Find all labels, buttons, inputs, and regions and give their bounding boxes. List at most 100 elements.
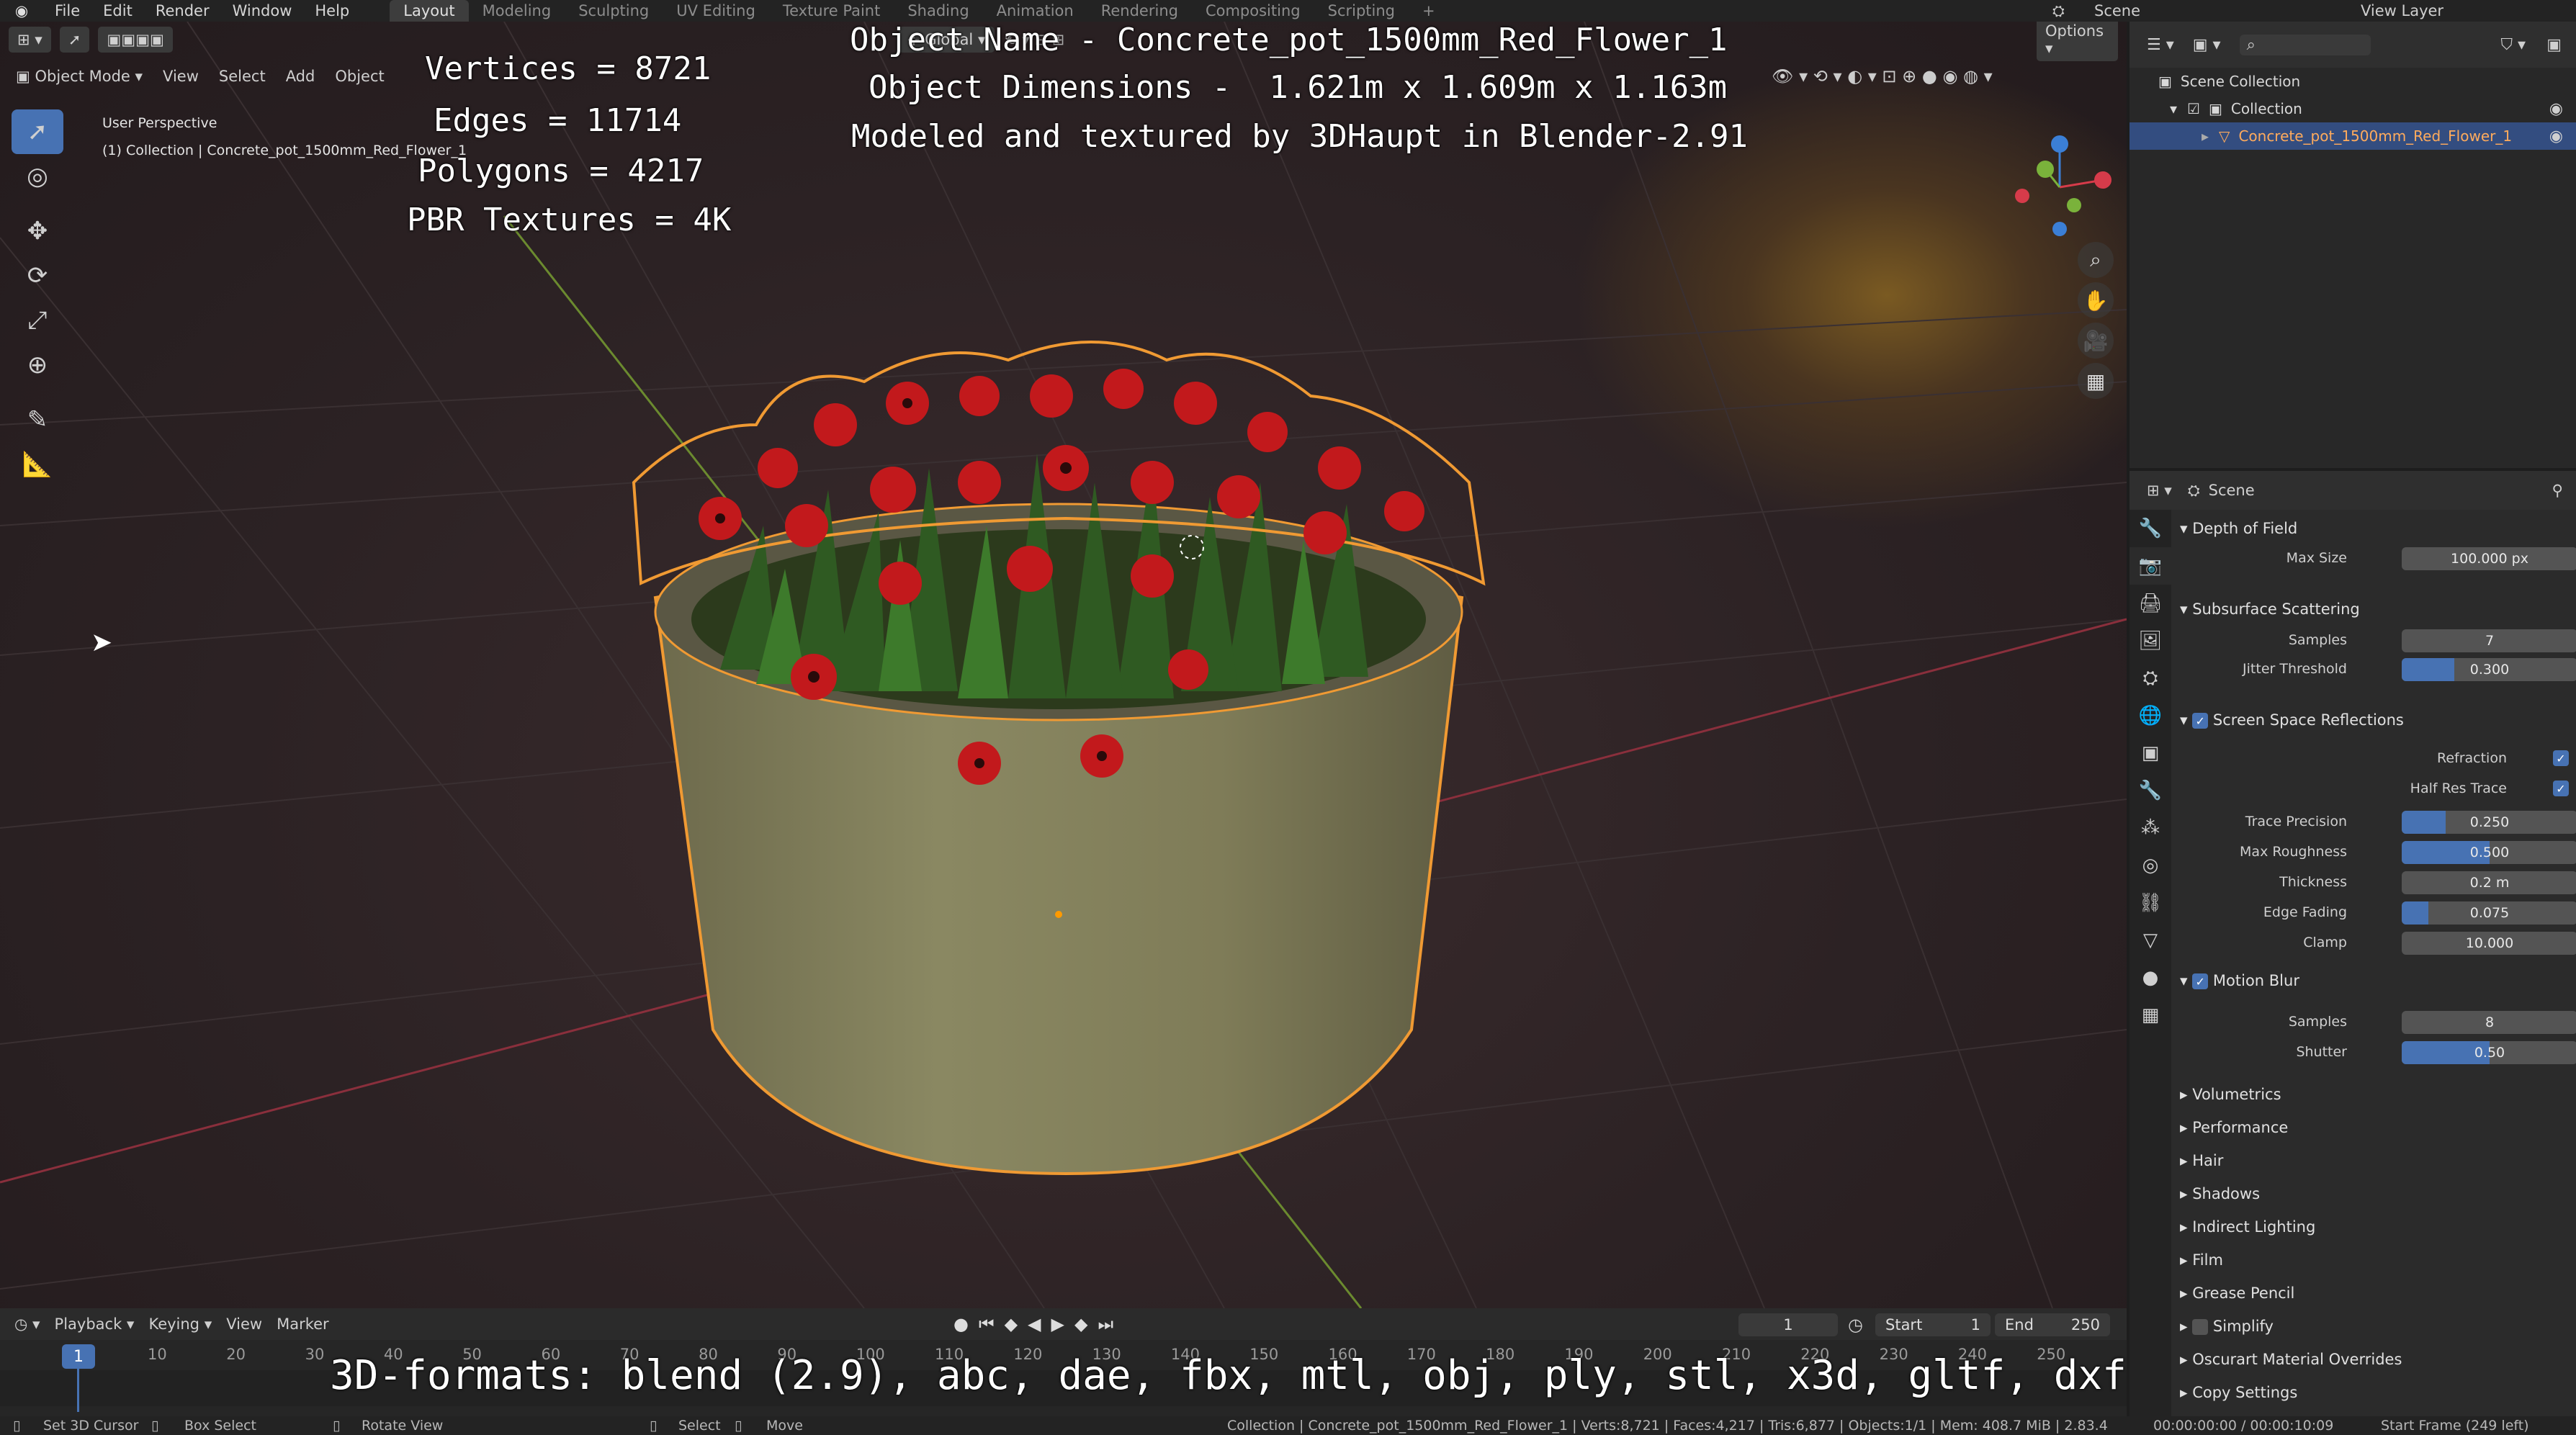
outliner-editor-type-icon[interactable]: ☰ ▾ (2147, 36, 2174, 54)
outliner-search-icon[interactable]: ⌕ (2239, 34, 2371, 55)
collection-checkbox[interactable]: ☑ (2187, 100, 2200, 117)
panel-performance[interactable]: ▸ Performance (2180, 1119, 2288, 1136)
menu-marker[interactable]: Marker (277, 1315, 329, 1333)
half-res-checkbox[interactable]: ✓ (2553, 781, 2569, 796)
scene-tab-icon[interactable]: ⛭ (2130, 660, 2171, 697)
annotate-tool-icon[interactable]: ✎ (12, 397, 63, 442)
pan-hand-icon[interactable]: ✋ (2078, 282, 2114, 318)
tab-compositing[interactable]: Compositing (1192, 0, 1314, 22)
panel-oscurart-overrides[interactable]: ▸ Oscurart Material Overrides (2180, 1351, 2402, 1368)
render-tab-icon[interactable]: 📷 (2130, 547, 2171, 585)
select-mode-icons[interactable]: ▣▣▣▣ (98, 27, 173, 53)
output-tab-icon[interactable]: 🖨 (2130, 585, 2171, 622)
panel-simplify[interactable]: ▸ Simplify (2180, 1318, 2274, 1335)
modifier-tab-icon[interactable]: 🔧 (2130, 772, 2171, 809)
tab-shading[interactable]: Shading (894, 0, 982, 22)
panel-hair[interactable]: ▸ Hair (2180, 1152, 2223, 1169)
object-mode-dropdown[interactable]: ▣ Object Mode ▾ (16, 68, 143, 85)
mblur-samples-field[interactable]: 8 (2402, 1011, 2576, 1034)
rotate-tool-icon[interactable]: ⟳ (12, 253, 63, 298)
tab-modeling[interactable]: Modeling (469, 0, 565, 22)
expand-arrow-icon[interactable]: ▾ (2170, 100, 2177, 117)
scene-name[interactable]: Scene (2094, 2, 2140, 19)
new-collection-icon[interactable]: ▣ (2546, 36, 2562, 54)
play-reverse-icon[interactable]: ◀ (1028, 1314, 1041, 1334)
tab-scripting[interactable]: Scripting (1314, 0, 1409, 22)
edge-fading-slider[interactable]: 0.075 (2402, 901, 2576, 925)
move-tool-icon[interactable]: ✥ (12, 209, 63, 253)
expand-arrow-icon[interactable]: ▸ (2202, 127, 2209, 145)
current-frame-marker[interactable]: 1 (62, 1344, 95, 1369)
max-roughness-slider[interactable]: 0.500 (2402, 841, 2576, 864)
data-tab-icon[interactable]: ▽ (2130, 922, 2171, 959)
texture-tab-icon[interactable]: ▦ (2130, 997, 2171, 1034)
options-dropdown[interactable]: Options ▾ (2037, 22, 2118, 61)
thickness-field[interactable]: 0.2 m (2402, 871, 2576, 894)
panel-depth-of-field[interactable]: ▾ Depth of Field (2180, 520, 2297, 537)
prev-keyframe-icon[interactable]: ◆ (1005, 1314, 1018, 1334)
refraction-checkbox[interactable]: ✓ (2553, 750, 2569, 766)
object-tab-icon[interactable]: ▣ (2130, 734, 2171, 772)
filter-icon[interactable]: ⛉ ▾ (2500, 36, 2526, 54)
tab-texture-paint[interactable]: Texture Paint (769, 0, 894, 22)
jitter-threshold-slider[interactable]: 0.300 (2402, 658, 2576, 681)
tab-uv-editing[interactable]: UV Editing (663, 0, 769, 22)
viewport-shading-icons[interactable]: 👁 ▾ ⟲ ▾ ◐ ▾ ⊡ ⊕ ● ◉ ◍ ▾ (1772, 66, 1993, 86)
world-tab-icon[interactable]: 🌐 (2130, 697, 2171, 734)
end-frame-field[interactable]: End 250 (1995, 1313, 2110, 1336)
add-workspace-icon[interactable]: + (1409, 0, 1449, 22)
next-keyframe-icon[interactable]: ◆ (1074, 1314, 1087, 1334)
panel-film[interactable]: ▸ Film (2180, 1251, 2223, 1269)
jump-end-icon[interactable]: ⏭ (1098, 1314, 1113, 1334)
clamp-field[interactable]: 10.000 (2402, 932, 2576, 955)
menu-keying[interactable]: Keying ▾ (148, 1315, 212, 1333)
outliner-scene-collection[interactable]: ▣ Scene Collection (2130, 68, 2576, 95)
clock-icon[interactable]: ◷ (1848, 1315, 1863, 1335)
blender-logo-icon[interactable]: ◉ (0, 2, 43, 19)
material-tab-icon[interactable]: ● (2130, 959, 2171, 997)
transform-tool-icon[interactable]: ⊕ (12, 343, 63, 387)
tab-layout[interactable]: Layout (390, 0, 469, 22)
motion-blur-checkbox[interactable]: ✓ (2192, 973, 2209, 989)
grid-perspective-icon[interactable]: ▦ (2078, 363, 2114, 399)
menu-window[interactable]: Window (221, 2, 304, 19)
properties-editor-type-icon[interactable]: ⊞ ▾ (2147, 482, 2172, 499)
current-frame-field[interactable]: 1 (1738, 1313, 1838, 1336)
menu-select[interactable]: Select (219, 68, 266, 85)
menu-object[interactable]: Object (335, 68, 384, 85)
jump-start-icon[interactable]: ⏮ (979, 1314, 995, 1334)
view-layer-name[interactable]: View Layer (2361, 2, 2443, 19)
panel-shadows[interactable]: ▸ Shadows (2180, 1185, 2260, 1202)
cursor-tool-icon[interactable]: ◎ (12, 154, 63, 199)
menu-timeline-view[interactable]: View (226, 1315, 262, 1333)
outliner-object-row[interactable]: ▸ ▽ Concrete_pot_1500mm_Red_Flower_1 ◉ (2130, 122, 2576, 150)
navigation-gizmo[interactable] (2009, 108, 2117, 245)
scene-icon[interactable]: ⛭ (2052, 2, 2065, 20)
pot-with-flowers-object[interactable] (0, 22, 2127, 1308)
outliner-collection[interactable]: ▾ ☑ ▣ Collection ◉ (2130, 95, 2576, 122)
menu-file[interactable]: File (43, 2, 91, 19)
particles-tab-icon[interactable]: ⁂ (2130, 809, 2171, 847)
physics-tab-icon[interactable]: ◎ (2130, 847, 2171, 884)
tab-rendering[interactable]: Rendering (1087, 0, 1192, 22)
eye-icon[interactable]: ◉ (2549, 100, 2563, 118)
panel-subsurface-scattering[interactable]: ▾ Subsurface Scattering (2180, 600, 2360, 618)
tool-tab-icon[interactable]: 🔧 (2130, 510, 2171, 547)
panel-screen-space-reflections[interactable]: ▾ ✓ Screen Space Reflections (2180, 711, 2404, 729)
menu-help[interactable]: Help (303, 2, 361, 19)
select-box-tool-icon[interactable]: ➚ (12, 109, 63, 154)
simplify-checkbox[interactable] (2192, 1319, 2209, 1335)
timeline-editor-type-icon[interactable]: ◷ ▾ (14, 1315, 40, 1333)
start-frame-field[interactable]: Start 1 (1875, 1313, 1991, 1336)
view-layer-tab-icon[interactable]: 🖼 (2130, 622, 2171, 660)
outliner-panel[interactable]: ☰ ▾ ▣ ▾ ⌕ ⛉ ▾ ▣ ▣ Scene Collection ▾ ☑ ▣… (2130, 22, 2576, 468)
constraints-tab-icon[interactable]: ⛓ (2130, 884, 2171, 922)
zoom-icon[interactable]: ⌕ (2078, 242, 2114, 278)
panel-motion-blur[interactable]: ▾ ✓ Motion Blur (2180, 972, 2299, 989)
camera-icon[interactable]: 🎥 (2078, 323, 2114, 359)
menu-add[interactable]: Add (286, 68, 315, 85)
trace-precision-slider[interactable]: 0.250 (2402, 811, 2576, 834)
menu-render[interactable]: Render (144, 2, 221, 19)
panel-indirect-lighting[interactable]: ▸ Indirect Lighting (2180, 1218, 2315, 1236)
display-mode-icon[interactable]: ▣ ▾ (2193, 36, 2221, 54)
